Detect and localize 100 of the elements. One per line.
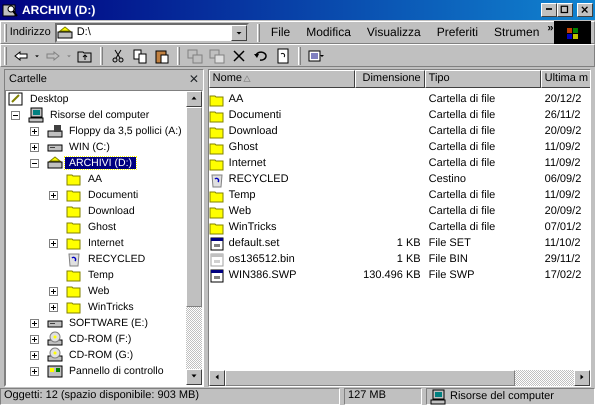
tree-item[interactable]: Temp — [84, 268, 118, 282]
control-panel-icon — [47, 363, 63, 379]
column-header[interactable]: Tipo — [424, 70, 541, 88]
file-date: 11/09/2 — [544, 141, 581, 154]
expand-icon[interactable] — [30, 366, 39, 376]
file-name[interactable]: Web — [228, 205, 252, 219]
copy-icon — [132, 48, 148, 64]
tree-item[interactable]: Ghost — [84, 220, 120, 234]
file-type: File SET — [428, 237, 471, 250]
move-to-icon — [187, 48, 203, 64]
file-type: Cartella di file — [428, 205, 496, 218]
drive-icon — [56, 24, 73, 40]
tree-item[interactable]: Floppy da 3,5 pollici (A:) — [65, 124, 186, 138]
minimize-button[interactable] — [541, 3, 557, 17]
expand-icon[interactable] — [49, 286, 58, 296]
paste-icon — [154, 48, 170, 64]
tree-item[interactable]: WinTricks — [84, 300, 138, 314]
menu-item[interactable]: Strumen — [486, 25, 548, 40]
tree-item[interactable]: WIN (C:) — [65, 140, 114, 154]
maximize-button[interactable] — [557, 3, 573, 17]
scroll-thumb[interactable] — [224, 370, 515, 386]
file-date: 11/10/2 — [544, 237, 581, 250]
file-name[interactable]: Internet — [228, 157, 266, 171]
scroll-up-button[interactable] — [186, 91, 202, 107]
pane-title: Cartelle — [9, 73, 48, 87]
tree-item[interactable]: CD-ROM (G:) — [65, 348, 138, 362]
tree-item[interactable]: ARCHIVI (D:) — [65, 156, 136, 170]
scroll-left-button[interactable] — [208, 370, 225, 386]
menu-item[interactable]: File — [262, 25, 298, 40]
close-pane-button[interactable]: × — [189, 72, 199, 88]
file-type: Cartella di file — [428, 189, 496, 202]
column-header[interactable]: Ultima m — [540, 70, 590, 88]
file-name[interactable]: AA — [228, 93, 244, 107]
scroll-right-button[interactable] — [574, 370, 590, 386]
file-name[interactable]: Temp — [228, 189, 256, 203]
scroll-down-button[interactable] — [186, 369, 202, 385]
delete-icon — [231, 48, 247, 64]
file-name[interactable]: default.set — [228, 237, 280, 251]
tree-item[interactable]: Risorse del computer — [46, 108, 154, 122]
dropdown-button[interactable] — [231, 24, 248, 40]
scroll-thumb[interactable] — [186, 107, 202, 307]
menu-item[interactable]: Modifica — [298, 25, 359, 40]
expand-icon[interactable] — [30, 350, 39, 360]
explorer-icon — [2, 2, 18, 18]
expand-icon[interactable] — [49, 238, 58, 248]
tree-item[interactable]: SOFTWARE (E:) — [65, 316, 152, 330]
right-arrow-icon — [578, 373, 586, 382]
close-button[interactable] — [577, 3, 593, 17]
file-name[interactable]: WIN386.SWP — [228, 269, 296, 283]
cut-icon — [110, 48, 126, 64]
more-menu-button[interactable]: » — [547, 22, 554, 36]
column-header[interactable]: Dimensione — [354, 70, 425, 88]
floppy-drive-icon — [47, 123, 63, 139]
views-icon — [308, 48, 324, 64]
tree-item[interactable]: Desktop — [26, 92, 73, 106]
file-date: 29/11/2 — [544, 253, 581, 266]
collapse-icon[interactable] — [11, 110, 20, 120]
file-type: Cartella di file — [428, 157, 496, 170]
file-name[interactable]: Documenti — [228, 109, 282, 123]
computer-icon — [430, 388, 446, 404]
address-label: Indirizzo — [10, 26, 51, 40]
file-type: Cartella di file — [428, 93, 496, 106]
up-arrow-icon — [190, 94, 198, 102]
tree-item[interactable]: CD-ROM (F:) — [65, 332, 136, 346]
file-name[interactable]: Download — [228, 125, 278, 139]
file-size: 130.496 KB — [363, 269, 421, 282]
collapse-icon[interactable] — [30, 158, 39, 168]
expand-icon[interactable] — [49, 190, 58, 200]
expand-icon[interactable] — [30, 334, 39, 344]
menu-item[interactable]: Visualizza — [358, 25, 429, 40]
expand-icon[interactable] — [49, 302, 58, 312]
tree-item[interactable]: Web — [84, 284, 114, 298]
expand-icon[interactable] — [30, 142, 39, 152]
file-name[interactable]: os136512.bin — [228, 253, 295, 267]
status-text: Risorse del computer — [450, 390, 554, 404]
file-date: 20/09/2 — [544, 205, 582, 218]
file-name[interactable]: Ghost — [228, 141, 258, 155]
tree-item[interactable]: Download — [84, 204, 139, 218]
expand-icon[interactable] — [30, 318, 39, 328]
tree-item[interactable]: Pannello di controllo — [65, 364, 168, 378]
window-title: ARCHIVI (D:) — [22, 2, 96, 18]
computer-icon — [28, 107, 44, 123]
file-date: 06/09/2 — [544, 173, 582, 186]
sort-arrow-icon — [242, 74, 252, 84]
recycle-bin-icon — [66, 251, 82, 267]
tree-item[interactable]: RECYCLED — [84, 252, 150, 266]
address-field[interactable]: D:\ — [54, 22, 250, 42]
file-name[interactable]: RECYCLED — [228, 173, 289, 187]
file-name[interactable]: WinTricks — [228, 221, 277, 235]
file-type: Cestino — [428, 173, 466, 186]
status-text: Oggetti: 12 (spazio disponibile: 903 MB) — [0, 388, 340, 405]
menu-item[interactable]: Preferiti — [428, 25, 486, 40]
expand-icon[interactable] — [30, 126, 39, 136]
tree-item[interactable]: Documenti — [84, 188, 142, 202]
file-date: 11/09/2 — [544, 157, 581, 170]
column-header[interactable]: Nome — [208, 70, 355, 88]
file-type: File SWP — [428, 269, 474, 282]
file-size: 1 KB — [396, 237, 421, 250]
tree-item[interactable]: Internet — [84, 236, 128, 250]
tree-item[interactable]: AA — [84, 172, 106, 186]
